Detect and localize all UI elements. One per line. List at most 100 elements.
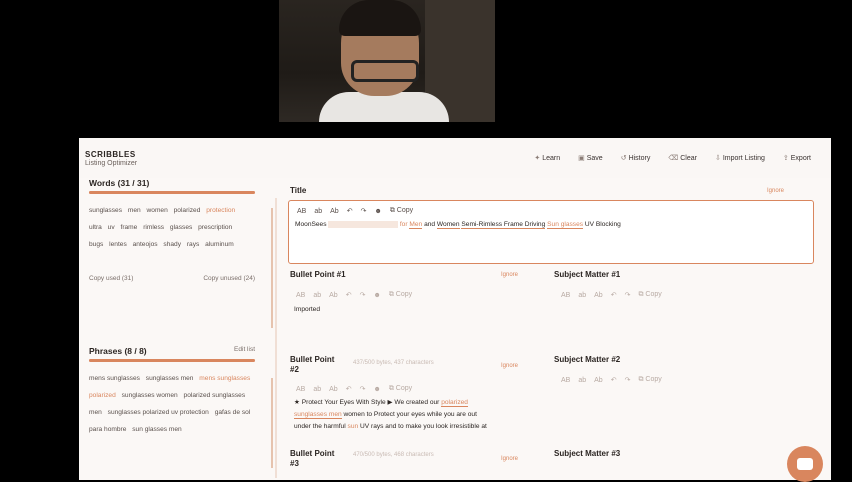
- bullet2-keyword: polarized: [441, 399, 468, 407]
- undo-icon[interactable]: ↶: [611, 376, 617, 384]
- bullet2-text[interactable]: ★ Protect Your Eyes With Style ▶ We crea…: [294, 397, 544, 433]
- lowercase-icon[interactable]: ab: [578, 377, 586, 384]
- emoji-icon[interactable]: ☻: [373, 292, 380, 299]
- bullet2-copy-button[interactable]: ⧉ Copy: [389, 385, 412, 393]
- subject2-copy-button[interactable]: ⧉ Copy: [638, 376, 661, 384]
- export-button[interactable]: ⇪ Export: [783, 154, 811, 163]
- undo-icon[interactable]: ↶: [346, 291, 352, 299]
- redo-icon[interactable]: ↷: [625, 291, 631, 299]
- words-scrollbar[interactable]: [271, 208, 273, 328]
- word-chip[interactable]: rimless: [143, 224, 164, 231]
- emoji-icon[interactable]: ☻: [374, 208, 381, 215]
- lowercase-icon[interactable]: ab: [313, 386, 321, 393]
- history-button[interactable]: ↺ History: [621, 154, 651, 163]
- uppercase-icon[interactable]: AB: [296, 292, 305, 299]
- bullet1-copy-button[interactable]: ⧉ Copy: [389, 291, 412, 299]
- titlecase-icon[interactable]: Ab: [594, 292, 603, 299]
- phrase-chip[interactable]: sun glasses men: [132, 426, 181, 433]
- word-chip[interactable]: protection: [206, 207, 235, 214]
- phrases-scrollbar[interactable]: [271, 378, 273, 468]
- titlecase-icon[interactable]: Ab: [329, 292, 338, 299]
- undo-icon[interactable]: ↶: [611, 291, 617, 299]
- chat-widget-button[interactable]: [787, 446, 823, 482]
- word-chip[interactable]: frame: [120, 224, 137, 231]
- words-progress-fill: [89, 191, 255, 194]
- title-copy-button[interactable]: ⧉ Copy: [390, 207, 413, 215]
- copy-unused-button[interactable]: Copy unused (24): [203, 275, 255, 282]
- subject1-copy-button[interactable]: ⧉ Copy: [638, 291, 661, 299]
- word-chip[interactable]: glasses: [170, 224, 192, 231]
- redo-icon[interactable]: ↷: [360, 385, 366, 393]
- redo-icon[interactable]: ↷: [625, 376, 631, 384]
- word-chip[interactable]: men: [128, 207, 141, 214]
- uppercase-icon[interactable]: AB: [561, 377, 570, 384]
- listing-optimizer-app: SCRIBBLES Listing Optimizer ✦ Learn ▣ Save…: [79, 138, 831, 480]
- bullet2-label-text: Bullet Point: [290, 355, 335, 364]
- word-chip[interactable]: aluminum: [205, 241, 234, 248]
- title-word: for: [399, 221, 408, 228]
- phrase-chip[interactable]: sunglasses women: [122, 392, 178, 399]
- titlecase-icon[interactable]: Ab: [330, 208, 339, 215]
- title-ignore-toggle[interactable]: Ignore: [767, 188, 784, 194]
- word-chip[interactable]: uv: [108, 224, 115, 231]
- undo-icon[interactable]: ↶: [346, 385, 352, 393]
- clear-button[interactable]: ⌫ Clear: [668, 154, 697, 163]
- title-text: MoonSees for Men and Women Semi-Rimless …: [295, 219, 805, 231]
- history-label: History: [628, 154, 651, 162]
- word-chip[interactable]: prescription: [198, 224, 232, 231]
- word-chip[interactable]: rays: [187, 241, 199, 248]
- word-chip[interactable]: shady: [163, 241, 181, 248]
- word-chip[interactable]: ultra: [89, 224, 102, 231]
- word-chip[interactable]: polarized: [174, 207, 201, 214]
- redo-icon[interactable]: ↷: [361, 207, 367, 215]
- copy-used-button[interactable]: Copy used (31): [89, 275, 133, 282]
- redacted-text: [328, 221, 398, 228]
- lowercase-icon[interactable]: ab: [313, 292, 321, 299]
- title-field[interactable]: AB ab Ab ↶ ↷ ☻ ⧉ Copy MoonSees for Men a…: [288, 200, 814, 264]
- title-toolbar: AB ab Ab ↶ ↷ ☻ ⧉ Copy: [297, 207, 413, 215]
- titlecase-icon[interactable]: Ab: [594, 377, 603, 384]
- save-button[interactable]: ▣ Save: [578, 154, 603, 163]
- words-section: Words (31 / 31) sunglasses men women pol…: [89, 178, 255, 282]
- bullet1-ignore-toggle[interactable]: Ignore: [501, 272, 518, 278]
- uppercase-icon[interactable]: AB: [296, 386, 305, 393]
- webcam-person-hair: [339, 0, 421, 36]
- export-label: Export: [790, 154, 811, 162]
- titlecase-icon[interactable]: Ab: [329, 386, 338, 393]
- phrase-chip[interactable]: sunglasses polarized uv protection: [108, 409, 209, 416]
- bullet3-ignore-toggle[interactable]: Ignore: [501, 456, 518, 462]
- title-word: MoonSees: [295, 221, 327, 228]
- panel-divider: [275, 198, 277, 478]
- bullet2-keyword: sunglasses men: [294, 411, 342, 419]
- bullet2-ignore-toggle[interactable]: Ignore: [501, 363, 518, 369]
- title-word: Semi-Rimless Frame Driving: [461, 221, 546, 229]
- bullet3-label-text: Bullet Point: [290, 449, 335, 458]
- title-keyword: Sun glasses: [547, 221, 584, 229]
- toolbar-actions: ✦ Learn ▣ Save ↺ History ⌫ Clear ⇩ Import Lis…: [534, 154, 811, 163]
- learn-button[interactable]: ✦ Learn: [534, 154, 560, 163]
- word-chip[interactable]: bugs: [89, 241, 103, 248]
- lowercase-icon[interactable]: ab: [314, 208, 322, 215]
- word-chip[interactable]: anteojos: [133, 241, 158, 248]
- subject1-label: Subject Matter #1: [554, 270, 621, 279]
- phrase-chip[interactable]: sunglasses men: [146, 375, 194, 382]
- clear-icon: ⌫: [668, 155, 679, 162]
- redo-icon[interactable]: ↷: [360, 291, 366, 299]
- word-chip[interactable]: sunglasses: [89, 207, 122, 214]
- bullet2-line3: under the harmful: [294, 423, 346, 430]
- bullet1-text[interactable]: Imported: [294, 304, 320, 316]
- phrase-chip[interactable]: mens sunglasses: [89, 375, 140, 382]
- phrases-list: mens sunglasses sunglasses men mens sung…: [89, 370, 255, 438]
- word-chip[interactable]: lentes: [109, 241, 127, 248]
- lowercase-icon[interactable]: ab: [578, 292, 586, 299]
- bullet2-toolbar: AB ab Ab ↶ ↷ ☻ ⧉ Copy: [296, 385, 412, 393]
- emoji-icon[interactable]: ☻: [373, 386, 380, 393]
- keyword-panel: Words (31 / 31) sunglasses men women pol…: [89, 178, 273, 480]
- title-copy-label: Copy: [396, 207, 414, 214]
- import-listing-button[interactable]: ⇩ Import Listing: [715, 154, 765, 163]
- uppercase-icon[interactable]: AB: [297, 208, 306, 215]
- undo-icon[interactable]: ↶: [347, 207, 353, 215]
- uppercase-icon[interactable]: AB: [561, 292, 570, 299]
- edit-phrases-button[interactable]: Edit list: [234, 346, 255, 356]
- word-chip[interactable]: women: [147, 207, 168, 214]
